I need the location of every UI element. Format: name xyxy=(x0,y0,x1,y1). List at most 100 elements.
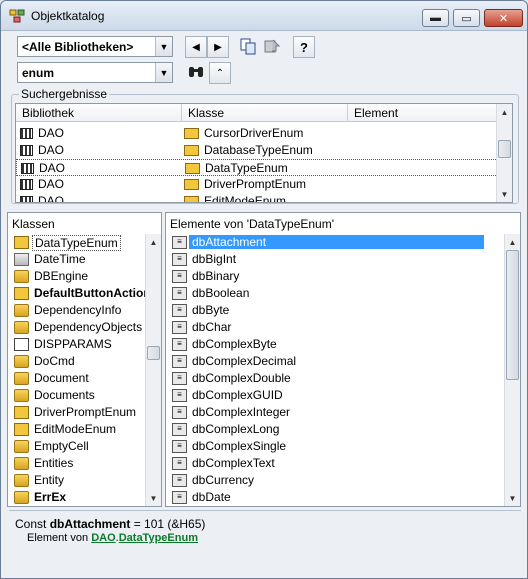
search-results-scrollbar[interactable]: ▲ ▼ xyxy=(496,104,512,202)
library-icon xyxy=(20,196,33,202)
chevron-down-icon[interactable]: ▼ xyxy=(155,63,172,82)
class-icon xyxy=(14,304,29,317)
search-results-list[interactable]: Bibliothek Klasse Element DAO CursorDrive… xyxy=(15,103,513,203)
chevron-down-icon[interactable]: ▼ xyxy=(155,37,172,56)
table-row[interactable]: DAO DataTypeEnum xyxy=(16,159,498,176)
minimize-icon: ▬ xyxy=(430,12,441,24)
view-definition-icon xyxy=(264,39,281,53)
class-icon xyxy=(14,389,29,402)
help-icon: ? xyxy=(300,39,308,55)
cell-library: DAO xyxy=(38,194,65,203)
forward-arrow-icon: ▶ xyxy=(214,41,222,53)
const-keyword: Const xyxy=(15,517,50,531)
member-name: dbComplexSingle xyxy=(192,439,287,453)
class-name: EditModeEnum xyxy=(34,422,117,436)
class-name: DependencyInfo xyxy=(34,303,122,317)
back-button[interactable]: ◀ xyxy=(185,36,207,58)
scroll-thumb[interactable] xyxy=(498,140,511,158)
class-name: EmptyCell xyxy=(34,439,89,453)
toggle-results-button[interactable]: ⌃ xyxy=(209,62,231,84)
member-name: dbCurrency xyxy=(192,473,255,487)
search-combo[interactable]: enum ▼ xyxy=(17,62,173,83)
cell-library: DAO xyxy=(38,126,65,140)
class-name: Entities xyxy=(34,456,74,470)
class-icon xyxy=(14,457,29,470)
member-name: dbComplexLong xyxy=(192,422,280,436)
library-combo[interactable]: <Alle Bibliotheken> ▼ xyxy=(17,36,173,57)
maximize-button[interactable]: ▭ xyxy=(453,9,480,27)
type-icon xyxy=(14,338,29,351)
class-name: ErrEx xyxy=(34,490,67,504)
constant-icon: ≡ xyxy=(172,321,187,334)
member-name: dbBoolean xyxy=(192,286,250,300)
class-icon xyxy=(14,270,29,283)
classes-pane[interactable]: Klassen DataTypeEnum DateTime DBEngine Defa… xyxy=(7,212,162,507)
column-header-element[interactable]: Element xyxy=(348,104,498,122)
table-row[interactable]: DAO EditModeEnum xyxy=(16,193,498,203)
member-name: dbChar xyxy=(192,320,232,334)
view-definition-button[interactable] xyxy=(261,35,283,57)
search-combo-value: enum xyxy=(22,66,55,80)
scroll-down-icon[interactable]: ▼ xyxy=(505,490,520,506)
cell-class: EditModeEnum xyxy=(204,194,287,203)
const-name: dbAttachment xyxy=(49,517,131,531)
cell-library: DAO xyxy=(38,143,65,157)
constant-icon: ≡ xyxy=(172,287,187,300)
search-results-label: Suchergebnisse xyxy=(19,87,110,101)
scroll-up-icon[interactable]: ▲ xyxy=(505,234,520,250)
class-icon xyxy=(14,474,29,487)
search-button[interactable] xyxy=(185,61,207,83)
members-scrollbar[interactable]: ▲ ▼ xyxy=(504,234,520,506)
library-link[interactable]: DAO xyxy=(91,532,115,544)
class-icon xyxy=(14,321,29,334)
constant-icon: ≡ xyxy=(172,304,187,317)
scroll-up-icon[interactable]: ▲ xyxy=(146,234,161,250)
scroll-up-icon[interactable]: ▲ xyxy=(497,104,512,120)
scroll-thumb[interactable] xyxy=(506,250,519,380)
cell-library: DAO xyxy=(39,161,66,175)
member-name: dbComplexDouble xyxy=(192,371,291,385)
table-row[interactable]: DAO DatabaseTypeEnum xyxy=(16,142,498,159)
class-name: DISPPARAMS xyxy=(34,337,112,351)
member-name: dbComplexDecimal xyxy=(192,354,297,368)
column-header-library[interactable]: Bibliothek xyxy=(16,104,182,122)
class-link[interactable]: DataTypeEnum xyxy=(119,532,198,544)
constant-icon: ≡ xyxy=(172,372,187,385)
member-name: dbComplexText xyxy=(192,456,275,470)
member-name: dbComplexGUID xyxy=(192,388,283,402)
cell-class: DatabaseTypeEnum xyxy=(204,143,313,157)
member-name: dbComplexByte xyxy=(192,337,277,351)
library-combo-value: <Alle Bibliotheken> xyxy=(22,40,134,54)
enum-icon xyxy=(184,128,199,139)
enum-icon xyxy=(14,287,29,300)
help-button[interactable]: ? xyxy=(293,36,315,58)
table-row[interactable]: DAO DriverPromptEnum xyxy=(16,176,498,193)
classes-scrollbar[interactable]: ▲ ▼ xyxy=(145,234,161,506)
class-name: DBEngine xyxy=(34,269,89,283)
copy-icon xyxy=(240,38,256,55)
column-header-class[interactable]: Klasse xyxy=(182,104,348,122)
members-pane[interactable]: Elemente von 'DataTypeEnum' ≡ dbAttachmen… xyxy=(165,212,521,507)
class-name: DoCmd xyxy=(34,354,75,368)
minimize-button[interactable]: ▬ xyxy=(422,9,449,27)
collapse-icon: ⌃ xyxy=(215,67,225,79)
member-name: dbBinary xyxy=(192,269,240,283)
scroll-down-icon[interactable]: ▼ xyxy=(497,186,512,202)
scroll-down-icon[interactable]: ▼ xyxy=(146,490,161,506)
class-name: Document xyxy=(34,371,89,385)
scroll-thumb[interactable] xyxy=(147,346,160,360)
constant-icon: ≡ xyxy=(172,457,187,470)
cell-library: DAO xyxy=(38,177,65,191)
class-icon xyxy=(14,372,29,385)
window-title: Objektkatalog xyxy=(31,9,105,23)
title-bar[interactable]: Objektkatalog ▬ ▭ ✕ xyxy=(1,1,527,31)
maximize-icon: ▭ xyxy=(461,12,472,25)
constant-icon: ≡ xyxy=(172,406,187,419)
class-name: DependencyObjects xyxy=(34,320,143,334)
table-row[interactable]: DAO CursorDriverEnum xyxy=(16,125,498,142)
close-button[interactable]: ✕ xyxy=(484,9,523,27)
constant-icon: ≡ xyxy=(172,474,187,487)
forward-button[interactable]: ▶ xyxy=(207,36,229,58)
class-name: DefaultButtonAction xyxy=(34,286,151,300)
copy-button[interactable] xyxy=(237,35,259,57)
